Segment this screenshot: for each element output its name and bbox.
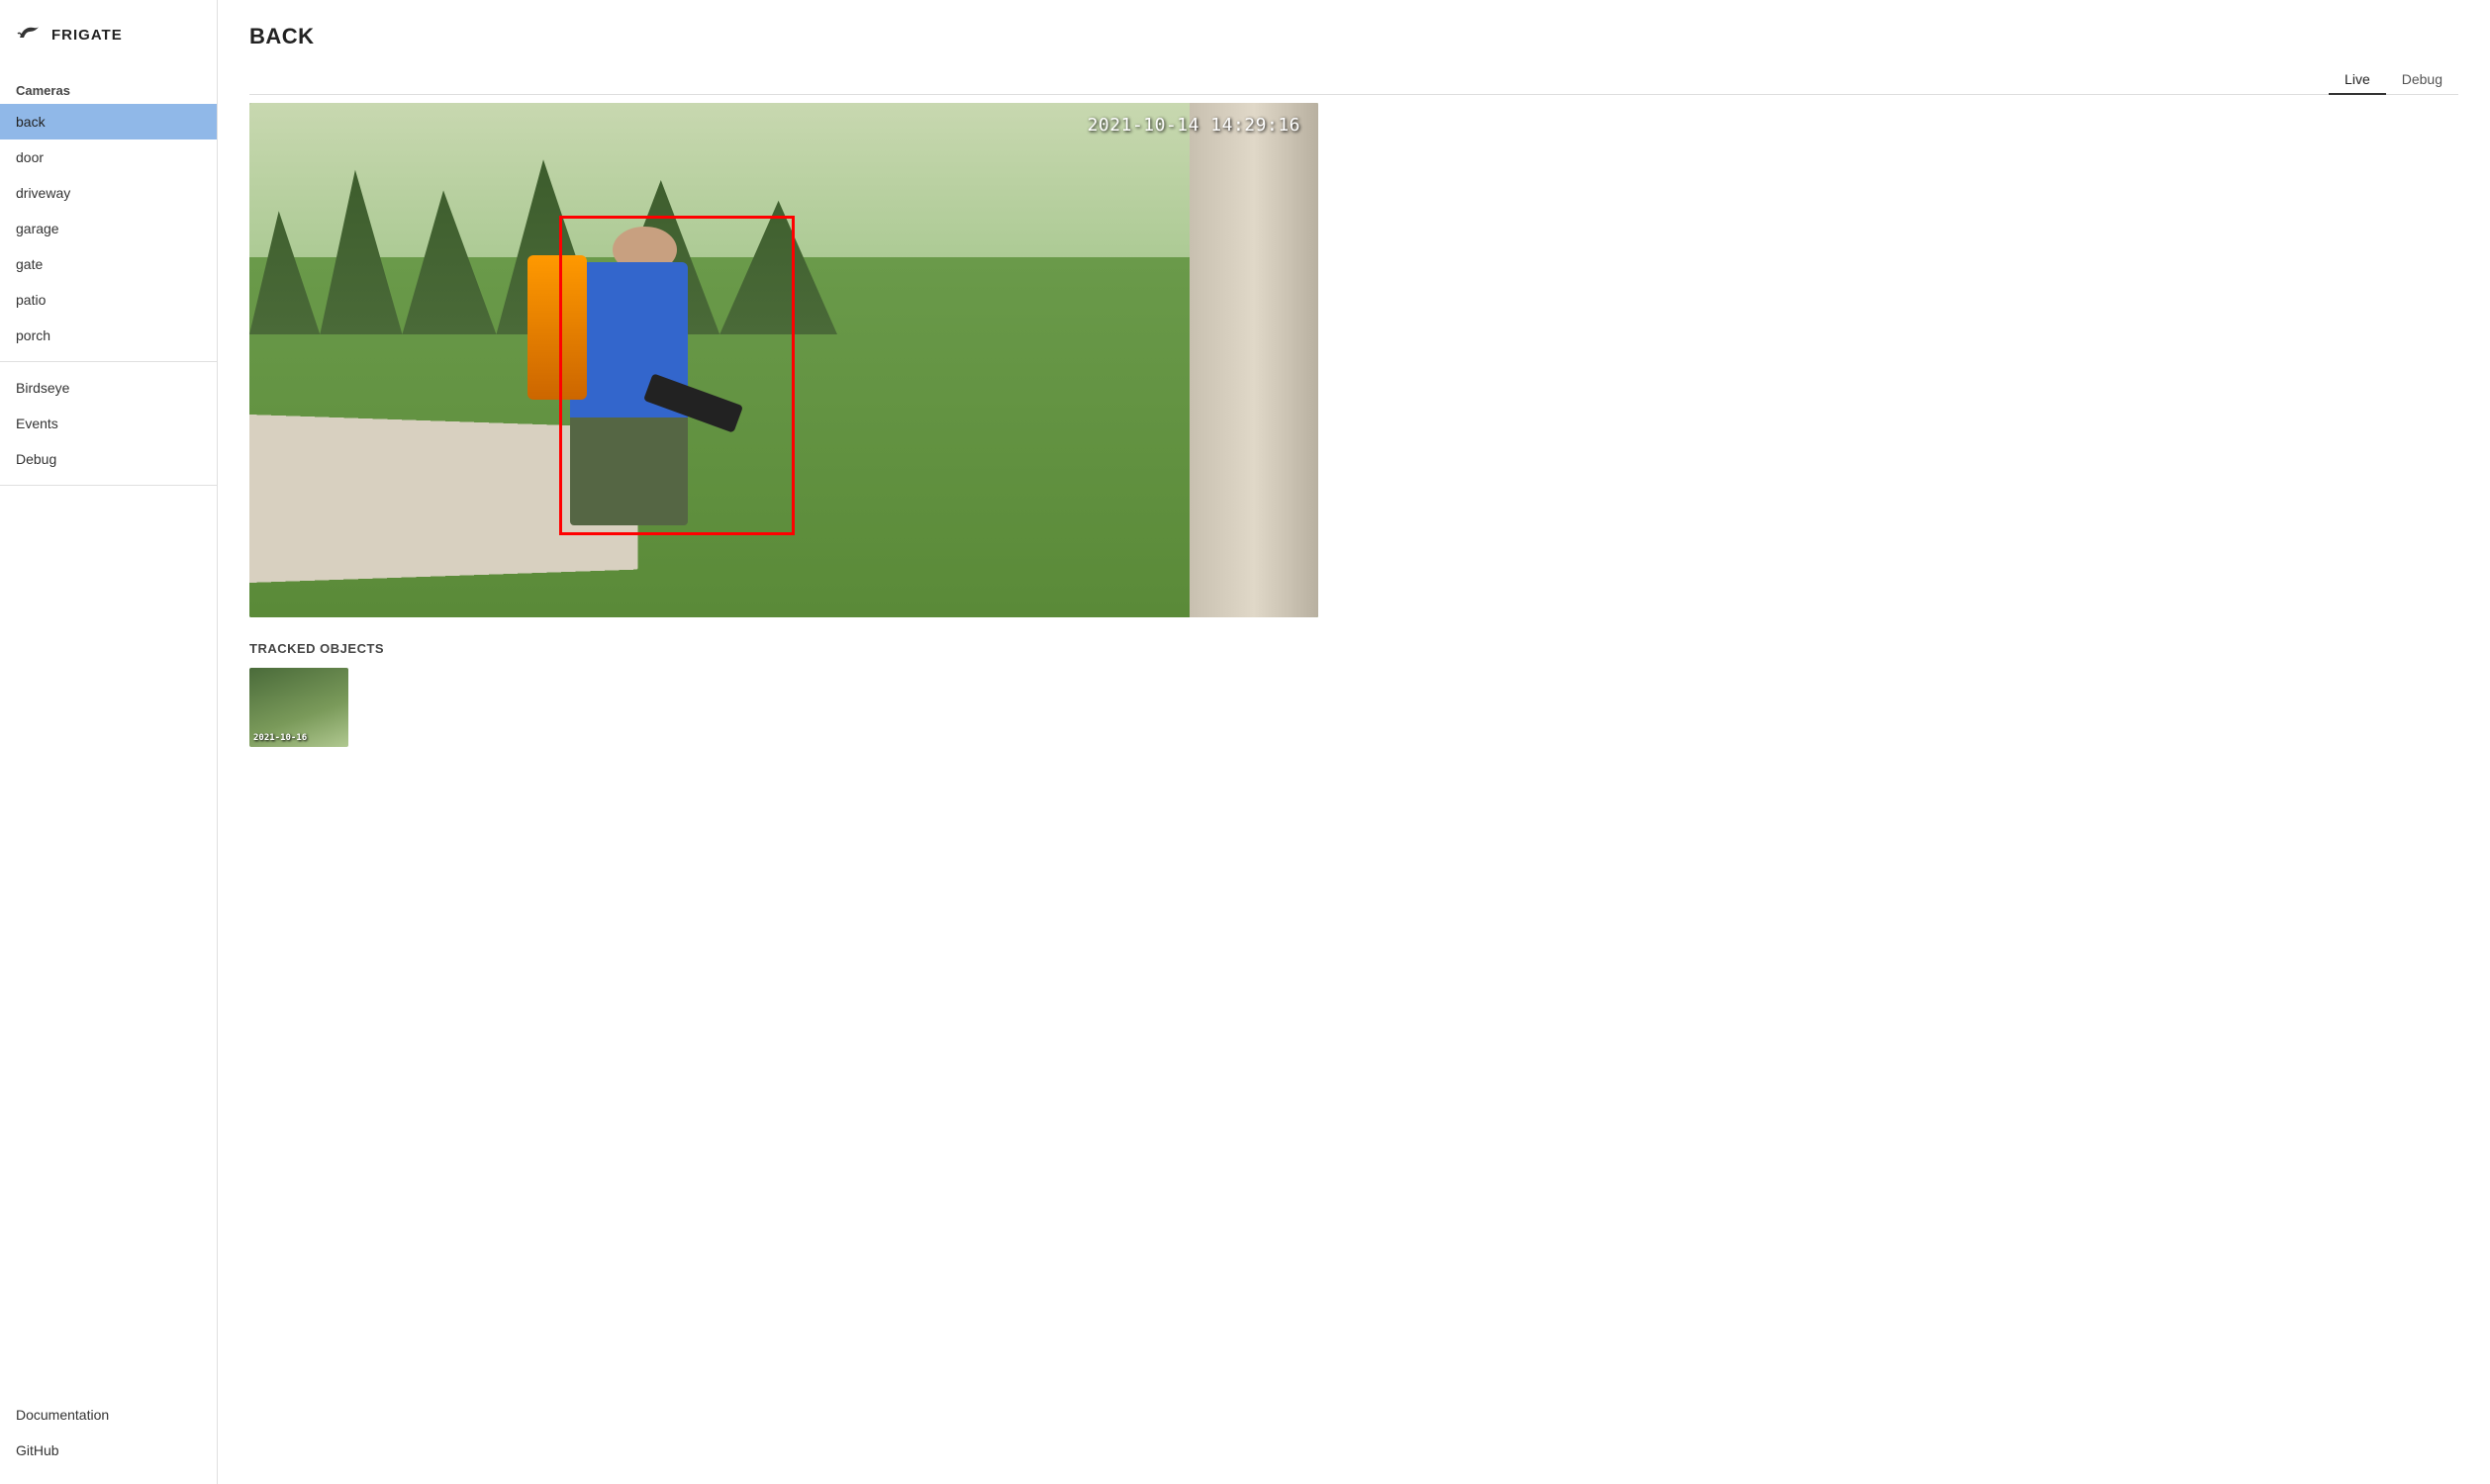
- sidebar-link-github[interactable]: GitHub: [0, 1433, 217, 1468]
- sidebar-item-gate[interactable]: gate: [0, 246, 217, 282]
- sidebar-divider-1: [0, 361, 217, 362]
- scene-pillar: [1190, 103, 1318, 617]
- page-title: BACK: [249, 24, 2458, 49]
- person-figure: [527, 227, 741, 587]
- sidebar: FRIGATE Cameras backdoordrivewaygaragega…: [0, 0, 218, 1484]
- main-content: BACK LiveDebug: [218, 0, 2490, 1484]
- sidebar-bottom-links: DocumentationGitHub: [0, 1397, 217, 1484]
- person-legs: [570, 417, 688, 525]
- sidebar-item-driveway[interactable]: driveway: [0, 175, 217, 211]
- sidebar-item-porch[interactable]: porch: [0, 318, 217, 353]
- tracked-thumb-timestamp: 2021-10-16: [253, 733, 307, 743]
- cameras-section-label: Cameras: [0, 69, 217, 104]
- tab-live[interactable]: Live: [2329, 65, 2386, 95]
- camera-feed-container: 2021-10-14 14:29:16: [249, 103, 1318, 617]
- sidebar-item-door[interactable]: door: [0, 139, 217, 175]
- tracked-objects-section: TRACKED OBJECTS 2021-10-16: [249, 641, 2458, 747]
- sidebar-divider-2: [0, 485, 217, 486]
- logo-icon: [16, 18, 44, 51]
- app-logo: FRIGATE: [0, 0, 217, 69]
- sidebar-link-documentation[interactable]: Documentation: [0, 1397, 217, 1433]
- sidebar-cameras-list: backdoordrivewaygaragegatepatioporch: [0, 104, 217, 353]
- sidebar-item-debug[interactable]: Debug: [0, 441, 217, 477]
- camera-image: 2021-10-14 14:29:16: [249, 103, 1318, 617]
- sidebar-nav-list: BirdseyeEventsDebug: [0, 370, 217, 477]
- sidebar-item-events[interactable]: Events: [0, 406, 217, 441]
- sidebar-item-patio[interactable]: patio: [0, 282, 217, 318]
- tab-bar: LiveDebug: [249, 65, 2458, 95]
- sidebar-item-birdseye[interactable]: Birdseye: [0, 370, 217, 406]
- tracked-object-thumb-0[interactable]: 2021-10-16: [249, 668, 348, 747]
- app-name: FRIGATE: [51, 27, 123, 44]
- timestamp-overlay: 2021-10-14 14:29:16: [1088, 115, 1300, 136]
- tab-debug[interactable]: Debug: [2386, 65, 2458, 95]
- sidebar-item-garage[interactable]: garage: [0, 211, 217, 246]
- blower-backpack: [527, 255, 587, 400]
- tracked-objects-title: TRACKED OBJECTS: [249, 641, 2458, 656]
- tracked-objects-grid: 2021-10-16: [249, 668, 2458, 747]
- sidebar-item-back[interactable]: back: [0, 104, 217, 139]
